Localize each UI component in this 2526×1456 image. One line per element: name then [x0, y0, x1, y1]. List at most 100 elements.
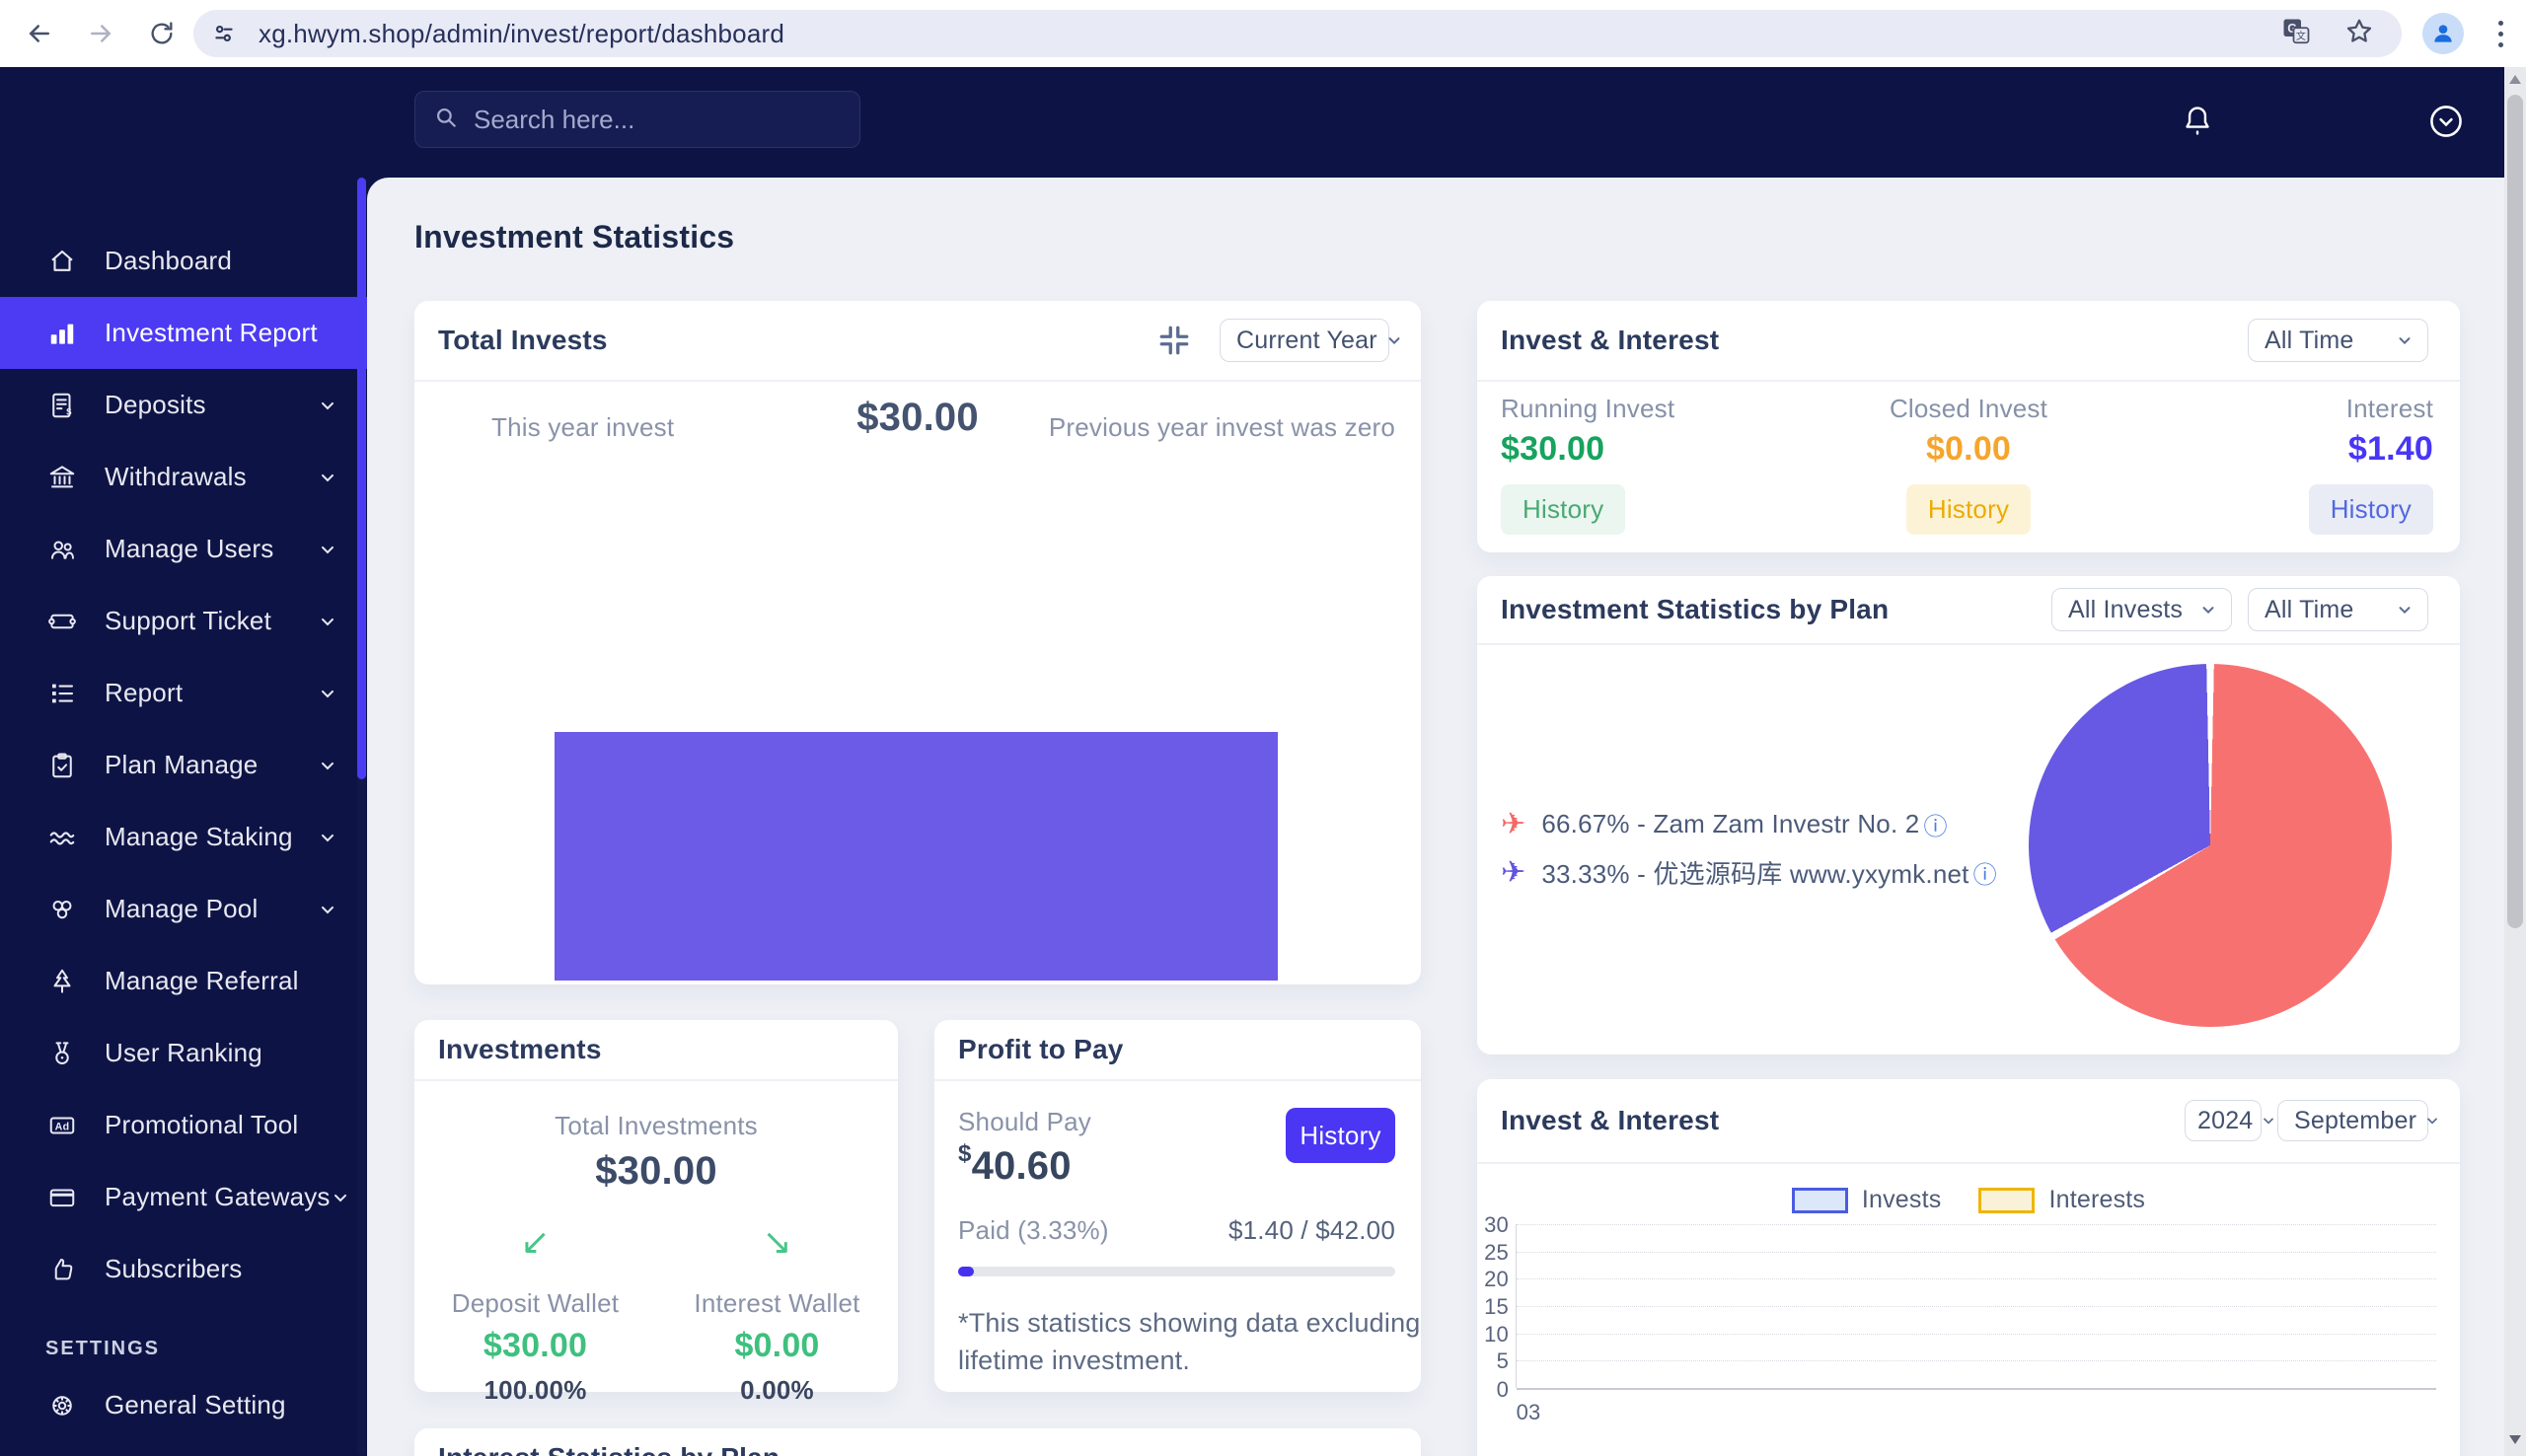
- scrollbar-down-arrow[interactable]: [2509, 1435, 2521, 1444]
- card-title: Profit to Pay: [958, 1034, 1124, 1065]
- chevron-down-icon: [318, 900, 337, 919]
- notifications-bell-icon[interactable]: [2181, 103, 2214, 145]
- sidebar-settings-menu: General Setting: [0, 1369, 367, 1441]
- sidebar-item-promotional-tool[interactable]: Ad Promotional Tool: [0, 1089, 367, 1161]
- sidebar-item-subscribers[interactable]: Subscribers: [0, 1233, 367, 1305]
- plane-icon: ✈: [1501, 855, 1525, 890]
- plan-legend-item: ✈ 33.33% - 优选源码库 www.yxymk.net ⓘ: [1501, 854, 1997, 891]
- interest-history-button[interactable]: History: [2309, 484, 2433, 535]
- sidebar-item-label: Manage Pool: [105, 894, 258, 924]
- sidebar-item-payment-gateways[interactable]: Payment Gateways: [0, 1161, 367, 1233]
- all-time-select[interactable]: All Time: [2248, 319, 2428, 362]
- search-bar[interactable]: [414, 91, 860, 148]
- sidebar-item-user-ranking[interactable]: User Ranking: [0, 1017, 367, 1089]
- main-content: Investment Statistics Total Invests Curr…: [367, 178, 2504, 1456]
- chevron-down-icon: [331, 1188, 350, 1207]
- svg-text:文: 文: [2296, 30, 2306, 42]
- chevron-down-icon: [318, 540, 337, 559]
- total-investments-label: Total Investments: [414, 1111, 898, 1141]
- sidebar-item-manage-staking[interactable]: Manage Staking: [0, 801, 367, 873]
- plan-legend-item: ✈ 66.67% - Zam Zam Investr No. 2 ⓘ: [1501, 807, 1948, 841]
- sidebar-item-plan-manage[interactable]: Plan Manage: [0, 729, 367, 801]
- period-select[interactable]: Current Year: [1220, 319, 1389, 362]
- users-icon: [45, 533, 79, 566]
- search-icon: [433, 105, 459, 135]
- back-icon[interactable]: [18, 0, 61, 67]
- arrow-down-left-icon: ↙: [414, 1221, 656, 1263]
- info-icon[interactable]: ⓘ: [1973, 855, 1997, 890]
- translate-icon[interactable]: G文: [2281, 17, 2311, 51]
- all-invests-select[interactable]: All Invests: [2051, 588, 2232, 631]
- sidebar-item-label: Payment Gateways: [105, 1182, 331, 1212]
- sidebar-item-investment-report[interactable]: Investment Report: [0, 297, 367, 369]
- waves-icon: [45, 821, 79, 854]
- card-title: Investment Statistics by Plan: [1501, 594, 1889, 625]
- invests-legend-label: Invests: [1862, 1186, 1942, 1214]
- interests-legend-swatch: [1978, 1188, 2035, 1213]
- screen: xg.hwym.shop/admin/invest/report/dashboa…: [0, 0, 2526, 1456]
- sidebar-item-support-ticket[interactable]: Support Ticket: [0, 585, 367, 657]
- chevron-down-icon: [318, 684, 337, 703]
- collapse-icon[interactable]: [1156, 323, 1192, 358]
- sidebar-item-manage-referral[interactable]: Manage Referral: [0, 945, 367, 1017]
- sidebar-item-label: Support Ticket: [105, 606, 271, 636]
- sidebar-item-label: General Setting: [105, 1390, 286, 1420]
- site-settings-icon[interactable]: [211, 21, 237, 46]
- chevron-down-icon: [318, 396, 337, 415]
- interest-wallet-stat: Interest Wallet $0.00 0.00%: [656, 1288, 898, 1406]
- sidebar-item-withdrawals[interactable]: Withdrawals: [0, 441, 367, 513]
- closed-invest-history-button[interactable]: History: [1906, 484, 2031, 535]
- page-scrollbar-thumb[interactable]: [2507, 95, 2523, 928]
- page-title: Investment Statistics: [414, 219, 734, 255]
- month-select[interactable]: September: [2277, 1100, 2428, 1141]
- interests-legend-label: Interests: [2048, 1186, 2145, 1214]
- bookmark-star-icon[interactable]: [2344, 17, 2374, 51]
- bank-icon: [45, 461, 79, 494]
- sidebar-item-deposits[interactable]: $ Deposits: [0, 369, 367, 441]
- history-button[interactable]: History: [1286, 1108, 1395, 1163]
- running-invest-history-button[interactable]: History: [1501, 484, 1625, 535]
- chevron-down-icon: [318, 828, 337, 847]
- total-investments-value: $30.00: [414, 1149, 898, 1194]
- sidebar-item-report[interactable]: Report: [0, 657, 367, 729]
- previous-year-note: Previous year invest was zero: [1049, 412, 1395, 443]
- sidebar-scrollbar-thumb[interactable]: [357, 178, 366, 779]
- stat-label: Interest: [2309, 394, 2433, 424]
- plan-statistics-card: Investment Statistics by Plan All Invest…: [1477, 576, 2460, 1055]
- paid-ratio: $1.40 / $42.00: [1228, 1215, 1395, 1246]
- profile-dropdown-icon[interactable]: [2427, 103, 2465, 145]
- interest-stat: Interest $1.40 History: [2309, 394, 2433, 535]
- ticket-icon: [45, 605, 79, 638]
- browser-menu-icon[interactable]: [2483, 16, 2518, 51]
- reload-icon[interactable]: [140, 0, 184, 67]
- forward-icon[interactable]: [79, 0, 122, 67]
- sidebar-item-dashboard[interactable]: Dashboard: [0, 225, 367, 297]
- profit-note: *This statistics showing data excluding …: [958, 1304, 1421, 1379]
- browser-chrome: xg.hwym.shop/admin/invest/report/dashboa…: [0, 0, 2526, 67]
- bar-chart-icon: [45, 317, 79, 350]
- wallet-value: $0.00: [656, 1327, 898, 1365]
- scrollbar-up-arrow[interactable]: [2509, 75, 2521, 84]
- svg-text:Ad: Ad: [55, 1121, 70, 1132]
- closed-invest-stat: Closed Invest $0.00 History: [1890, 394, 2047, 535]
- sidebar-item-label: Investment Report: [105, 318, 318, 348]
- all-time-select[interactable]: All Time: [2248, 588, 2428, 631]
- card-title: Investments: [438, 1034, 602, 1065]
- home-icon: [45, 245, 79, 278]
- plan-pie-chart: [2029, 664, 2392, 1027]
- sidebar-item-manage-pool[interactable]: Manage Pool: [0, 873, 367, 945]
- pool-icon: [45, 893, 79, 926]
- sidebar: Dashboard Investment Report $ Deposits W…: [0, 67, 367, 1456]
- year-select[interactable]: 2024: [2185, 1100, 2262, 1141]
- search-input[interactable]: [474, 105, 842, 135]
- profile-avatar[interactable]: [2422, 13, 2464, 54]
- deposit-wallet-stat: Deposit Wallet $30.00 100.00%: [414, 1288, 656, 1406]
- sidebar-item-manage-users[interactable]: Manage Users: [0, 513, 367, 585]
- year-invest-chart: [555, 732, 1278, 981]
- sidebar-item-label: Dashboard: [105, 246, 232, 276]
- info-icon[interactable]: ⓘ: [1923, 807, 1947, 841]
- url-bar[interactable]: xg.hwym.shop/admin/invest/report/dashboa…: [193, 10, 2402, 57]
- wallet-percent: 0.00%: [656, 1375, 898, 1406]
- sidebar-item-general-setting[interactable]: General Setting: [0, 1369, 367, 1441]
- url-text[interactable]: xg.hwym.shop/admin/invest/report/dashboa…: [259, 19, 784, 49]
